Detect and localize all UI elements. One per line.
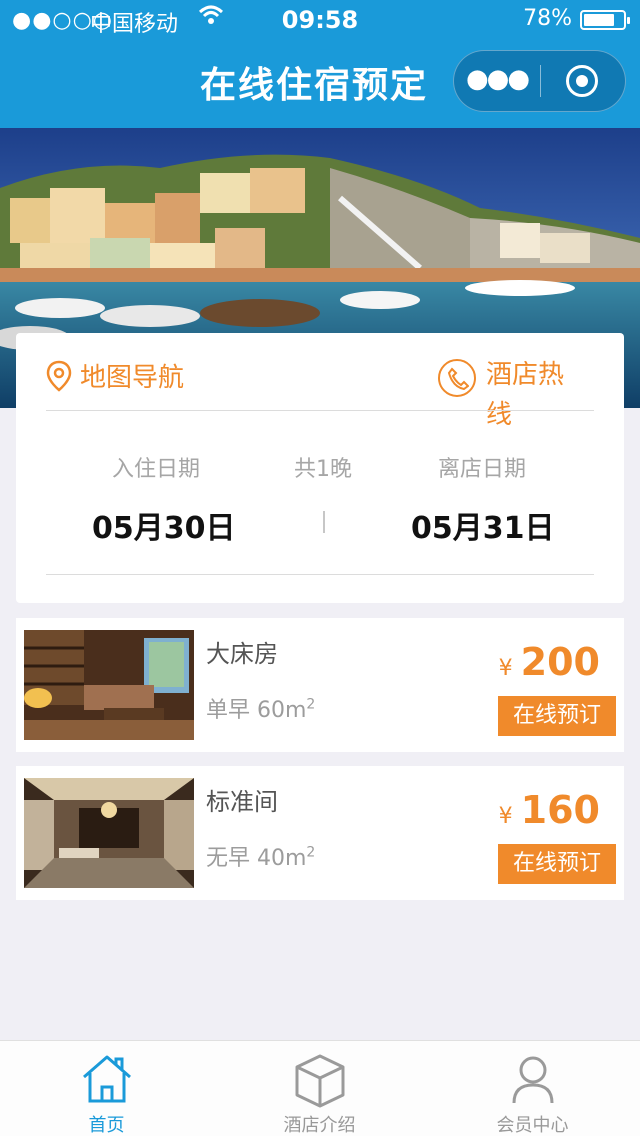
- page-title: 在线住宿预定: [200, 65, 429, 106]
- tab-member-center[interactable]: 会员中心: [426, 1041, 639, 1136]
- map-navigation-label: 地图导航: [80, 363, 185, 393]
- room-name: 大床房: [206, 640, 278, 668]
- more-dots-icon[interactable]: ●●●: [454, 51, 540, 111]
- map-navigation-button[interactable]: 地图导航: [46, 357, 184, 394]
- capsule-divider: [540, 65, 541, 97]
- room-name: 标准间: [206, 788, 278, 816]
- hotel-hotline-label: 酒店热线: [486, 360, 565, 430]
- tab-label: 首页: [88, 1115, 125, 1136]
- tab-label: 会员中心: [496, 1115, 569, 1136]
- room-detail: 无早 40m2: [206, 844, 316, 871]
- tab-label: 酒店介绍: [283, 1115, 356, 1136]
- checkout-label: 离店日期: [438, 457, 527, 482]
- room-card[interactable]: 标准间 无早 40m2 ¥160 在线预订: [16, 766, 624, 900]
- room-detail: 单早 60m2: [206, 696, 316, 723]
- date-separator: [323, 511, 325, 533]
- battery-percent: 78%: [523, 6, 572, 31]
- cube-icon: [295, 1054, 345, 1108]
- booking-info-card: 地图导航 酒店热线 入住日期 共1晚 离店日期 05月30日 05月31日: [16, 333, 624, 603]
- location-pin-icon: [46, 360, 72, 392]
- phone-icon: [438, 359, 476, 397]
- battery-icon: [580, 10, 630, 30]
- checkin-label: 入住日期: [112, 457, 201, 482]
- room-photo: [24, 630, 194, 740]
- divider: [46, 410, 594, 411]
- divider: [46, 574, 594, 575]
- home-icon: [83, 1055, 131, 1103]
- tab-hotel-intro[interactable]: 酒店介绍: [213, 1041, 426, 1136]
- book-online-button[interactable]: 在线预订: [498, 844, 616, 884]
- room-price: ¥200: [498, 640, 600, 684]
- status-bar: ●●○○○ 中国移动 09:58 78%: [0, 0, 640, 40]
- room-card[interactable]: 大床房 单早 60m2 ¥200 在线预订: [16, 618, 624, 752]
- book-online-button[interactable]: 在线预订: [498, 696, 616, 736]
- bottom-tab-bar: 首页 酒店介绍 会员中心: [0, 1040, 640, 1136]
- currency-symbol: ¥: [498, 804, 513, 829]
- target-circle-icon[interactable]: [566, 65, 598, 97]
- nights-count: 共1晚: [294, 457, 352, 482]
- room-price: ¥160: [498, 788, 600, 832]
- top-bar: ●●○○○ 中国移动 09:58 78% 在线住宿预定 ●●●: [0, 0, 640, 128]
- user-icon: [512, 1056, 554, 1104]
- checkin-date[interactable]: 05月30日: [92, 503, 236, 547]
- room-photo: [24, 778, 194, 888]
- checkout-date[interactable]: 05月31日: [411, 503, 555, 547]
- currency-symbol: ¥: [498, 656, 513, 681]
- mini-program-capsule: ●●●: [453, 50, 626, 112]
- tab-home[interactable]: 首页: [0, 1041, 213, 1136]
